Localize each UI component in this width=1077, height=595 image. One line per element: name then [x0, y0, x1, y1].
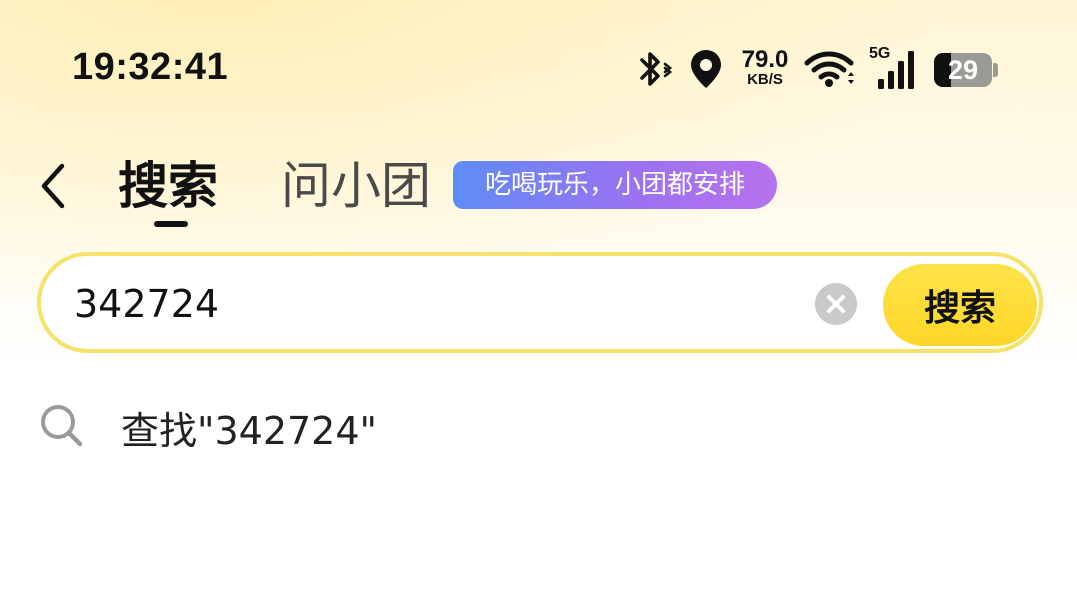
network-speed-value: 79.0 [741, 46, 789, 73]
battery-icon: 29 [934, 53, 992, 87]
battery-level: 29 [947, 55, 979, 85]
bluetooth-icon [640, 52, 673, 86]
promo-badge[interactable]: 吃喝玩乐，小团都安排 [453, 161, 777, 209]
search-button[interactable]: 搜索 [883, 264, 1037, 346]
search-icon [41, 405, 83, 447]
tab-search[interactable]: 搜索 [118, 152, 218, 220]
active-tab-indicator [154, 221, 188, 227]
status-time: 19:32:41 [72, 46, 229, 88]
search-input[interactable] [74, 278, 774, 330]
network-speed: 79.0 KB/S [733, 48, 797, 88]
wifi-icon [804, 51, 854, 87]
cell-signal-icon [878, 51, 914, 89]
status-bar: 19:32:41 79.0 KB/S 5G 29 [0, 0, 1077, 140]
battery-cap [993, 63, 998, 77]
search-bar: 搜索 [37, 252, 1043, 353]
suggestion-text: 查找"342724" [121, 409, 378, 453]
back-button[interactable] [34, 160, 74, 212]
clear-button[interactable] [815, 283, 857, 325]
tab-ask-xiaotuan[interactable]: 问小团 [281, 152, 431, 220]
chevron-left-icon [41, 163, 65, 209]
clear-icon [815, 283, 857, 325]
page: 19:32:41 79.0 KB/S 5G 29 搜索 问小团 吃喝玩乐，小团都… [0, 0, 1077, 595]
network-speed-unit: KB/S [747, 71, 783, 88]
location-icon [691, 50, 721, 88]
suggestion-item[interactable]: 查找"342724" [38, 392, 1038, 456]
